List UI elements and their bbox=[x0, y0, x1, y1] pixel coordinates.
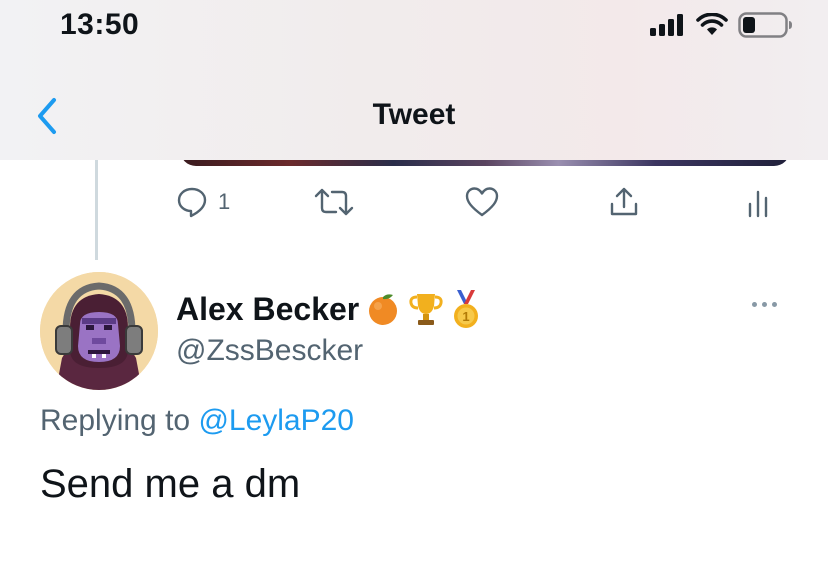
more-dot bbox=[762, 302, 767, 307]
author-name-row: Alex Becker 1 bbox=[176, 288, 481, 330]
tweet-action-bar: 1 bbox=[0, 186, 828, 226]
author-name[interactable]: Alex Becker bbox=[176, 291, 359, 328]
like-button[interactable] bbox=[465, 186, 499, 218]
like-icon bbox=[465, 187, 499, 217]
replying-to-label: Replying to bbox=[40, 404, 191, 437]
gorilla-avatar-icon bbox=[40, 272, 158, 390]
reply-icon bbox=[177, 187, 207, 218]
signal-icon bbox=[650, 14, 683, 36]
share-icon bbox=[610, 187, 638, 216]
analytics-icon bbox=[748, 190, 768, 218]
replying-to-handle-link[interactable]: @LeylaP20 bbox=[198, 404, 354, 437]
share-button[interactable] bbox=[608, 186, 640, 218]
svg-text:1: 1 bbox=[463, 309, 470, 324]
author-handle[interactable]: @ZssBescker bbox=[176, 334, 363, 368]
more-dot bbox=[772, 302, 777, 307]
retweet-icon bbox=[314, 188, 354, 216]
retweet-button[interactable] bbox=[314, 186, 354, 218]
thread-line bbox=[95, 150, 98, 260]
analytics-button[interactable] bbox=[746, 186, 772, 218]
status-time: 13:50 bbox=[60, 8, 140, 41]
tweet-text: Send me a dm bbox=[40, 462, 301, 506]
wifi-icon bbox=[696, 13, 728, 35]
avatar[interactable] bbox=[40, 272, 158, 390]
battery-icon bbox=[738, 12, 792, 38]
orange-emoji-icon bbox=[369, 294, 398, 325]
trophy-emoji-icon bbox=[409, 294, 443, 325]
reply-count: 1 bbox=[218, 189, 231, 214]
replying-to-row: Replying to @LeylaP20 bbox=[40, 404, 354, 438]
medal-emoji-icon: 1 bbox=[454, 290, 479, 328]
page-title: Tweet bbox=[372, 98, 456, 131]
more-dot bbox=[752, 302, 757, 307]
reply-button[interactable]: 1 bbox=[176, 186, 230, 218]
more-options-button[interactable] bbox=[752, 302, 777, 307]
status-icons bbox=[650, 12, 794, 38]
top-header: 13:50 Tweet bbox=[0, 0, 828, 160]
